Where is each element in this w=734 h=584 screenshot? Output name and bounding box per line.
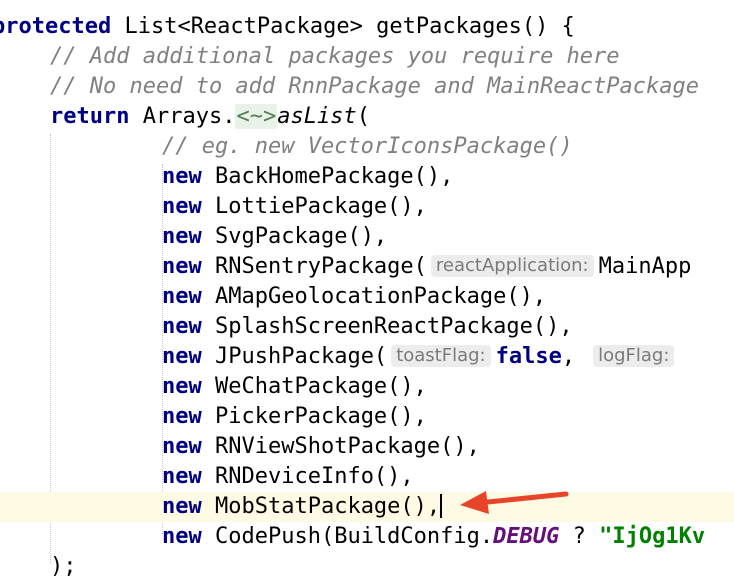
red-arrow-icon bbox=[460, 491, 569, 514]
